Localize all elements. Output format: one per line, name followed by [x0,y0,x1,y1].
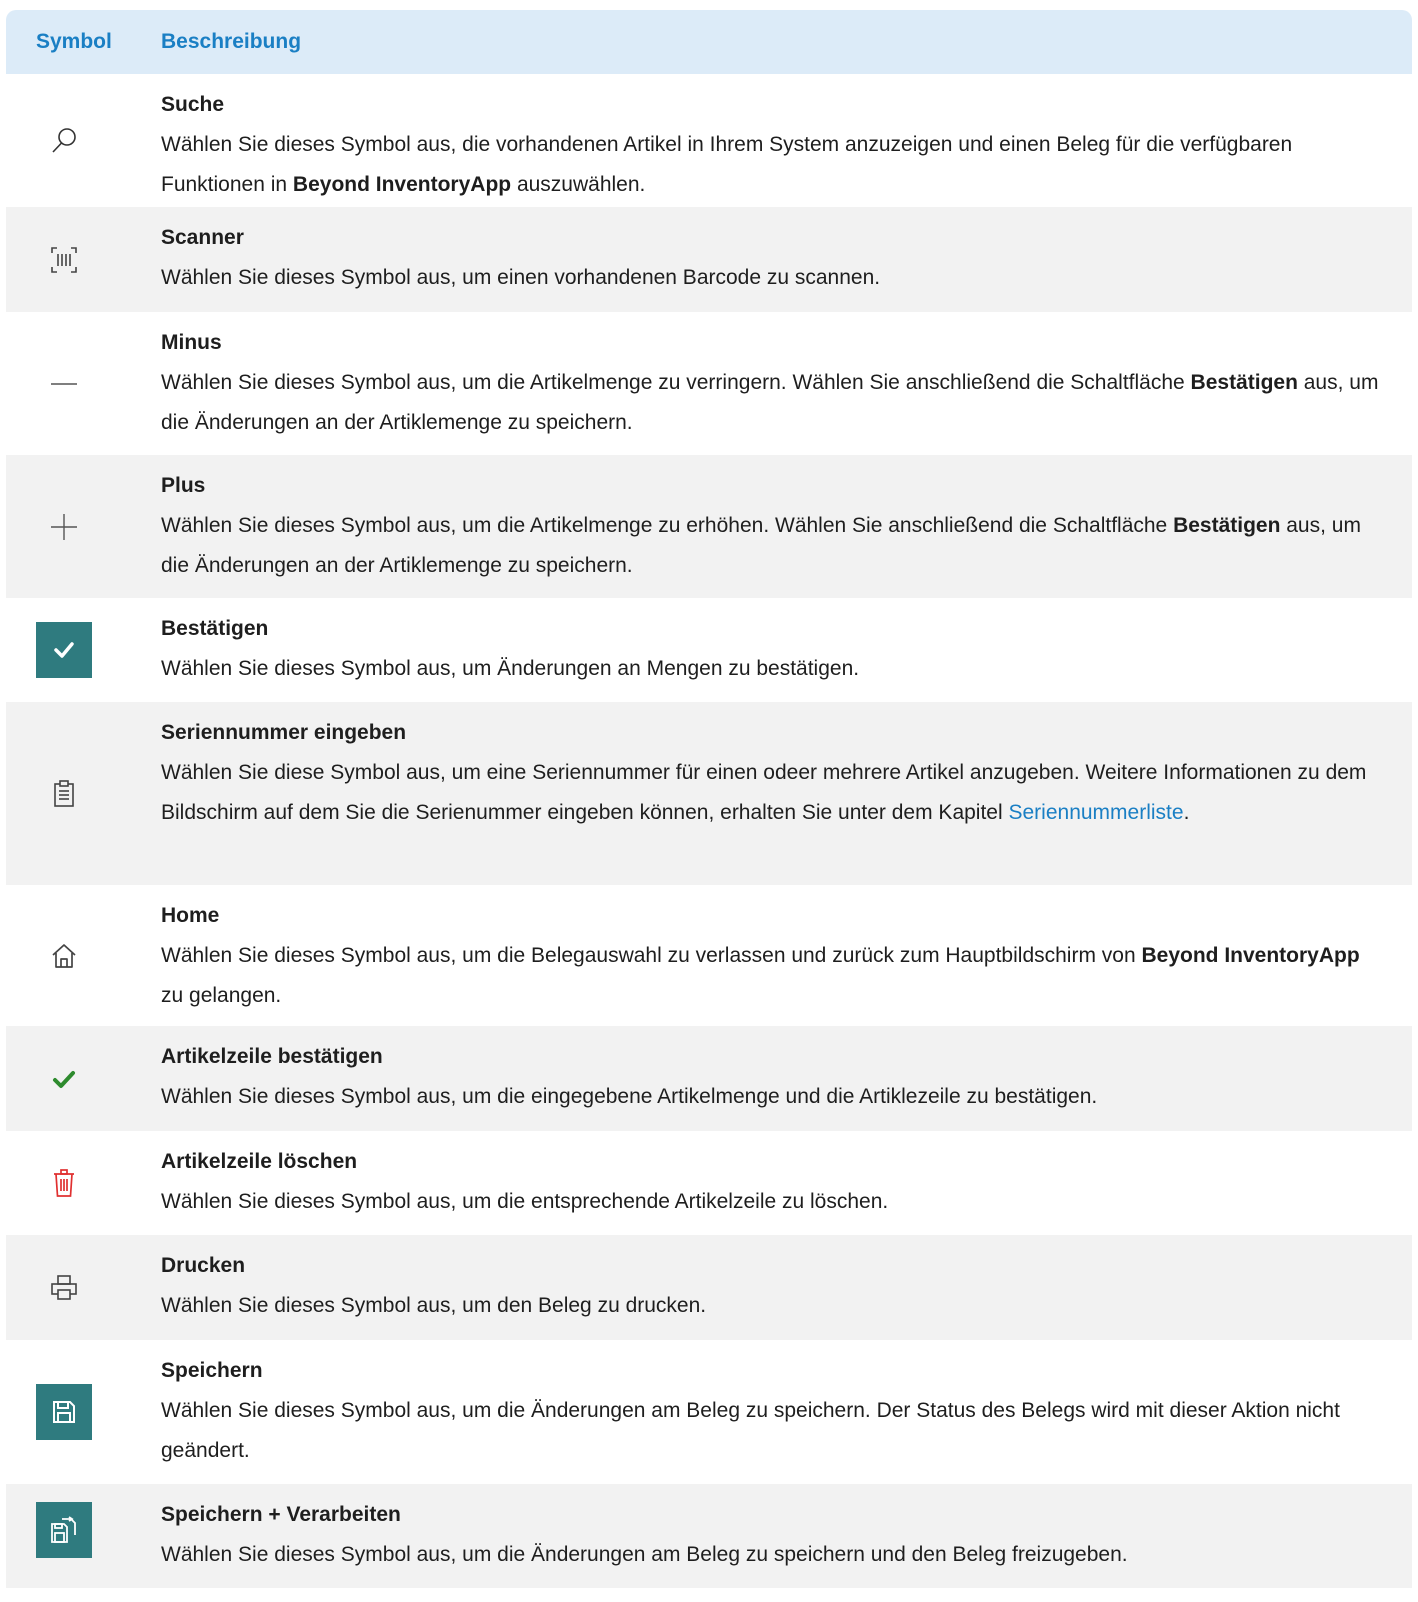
table-row: Bestätigen Wählen Sie dieses Symbol aus,… [6,598,1412,702]
row-description: Wählen Sie dieses Symbol aus, um die ent… [161,1190,889,1213]
row-title: Suche [161,93,225,116]
home-icon [36,927,92,984]
table-row: Artikelzeile bestätigen Wählen Sie diese… [6,1026,1412,1131]
row-title: Scanner [161,226,244,249]
table-row: Minus Wählen Sie dieses Symbol aus, um d… [6,312,1412,455]
row-description: Wählen Sie dieses Symbol aus, um die Änd… [161,1399,1340,1462]
symbol-table: Symbol Beschreibung Suche Wählen Sie die… [6,10,1412,1588]
table-row: Suche Wählen Sie dieses Symbol aus, die … [6,74,1412,207]
save-icon [36,1384,92,1440]
row-description: Wählen Sie dieses Symbol aus, um die Änd… [161,1543,1128,1566]
row-title: Plus [161,474,206,497]
row-description: Wählen Sie dieses Symbol aus, die vorhan… [161,133,1293,196]
green-check-icon [36,1051,92,1107]
row-title: Artikelzeile bestätigen [161,1045,383,1068]
table-header: Symbol Beschreibung [6,10,1412,74]
row-title: Drucken [161,1254,246,1277]
header-description: Beschreibung [161,30,302,53]
row-title: Minus [161,331,222,354]
row-description: Wählen Sie dieses Symbol aus, um die Bel… [161,944,1360,1007]
table-row: Drucken Wählen Sie dieses Symbol aus, um… [6,1235,1412,1340]
row-title: Seriennummer eingeben [161,721,407,744]
row-title: Bestätigen [161,617,269,640]
table-row: Artikelzeile löschen Wählen Sie dieses S… [6,1131,1412,1235]
row-description: Wählen Sie diese Symbol aus, um eine Ser… [161,761,1367,824]
printer-icon [36,1260,92,1316]
row-title: Home [161,904,220,927]
seriennummerliste-link[interactable]: Seriennummerliste [1008,801,1183,824]
row-description: Wählen Sie dieses Symbol aus, um einen v… [161,266,881,289]
save-process-icon [36,1502,92,1558]
row-title: Speichern [161,1359,263,1382]
row-description: Wählen Sie dieses Symbol aus, um die ein… [161,1085,1098,1108]
table-row: Home Wählen Sie dieses Symbol aus, um di… [6,885,1412,1026]
minus-icon [36,355,92,412]
barcode-scanner-icon [36,232,92,288]
row-description: Wählen Sie dieses Symbol aus, um den Bel… [161,1294,707,1317]
search-icon [36,112,92,169]
row-description: Wählen Sie dieses Symbol aus, um die Art… [161,514,1361,577]
table-row: Speichern Wählen Sie dieses Symbol aus, … [6,1340,1412,1484]
table-row: Speichern + Verarbeiten Wählen Sie diese… [6,1484,1412,1588]
row-description: Wählen Sie dieses Symbol aus, um Änderun… [161,657,860,680]
clipboard-list-icon [36,766,92,822]
row-title: Speichern + Verarbeiten [161,1503,401,1526]
confirm-check-icon [36,622,92,678]
table-row: Plus Wählen Sie dieses Symbol aus, um di… [6,455,1412,598]
row-description: Wählen Sie dieses Symbol aus, um die Art… [161,371,1379,434]
plus-icon [36,499,92,555]
trash-icon [36,1155,92,1211]
table-row: Scanner Wählen Sie dieses Symbol aus, um… [6,207,1412,312]
header-symbol: Symbol [36,30,112,53]
table-row: Seriennummer eingeben Wählen Sie diese S… [6,702,1412,885]
row-title: Artikelzeile löschen [161,1150,358,1173]
